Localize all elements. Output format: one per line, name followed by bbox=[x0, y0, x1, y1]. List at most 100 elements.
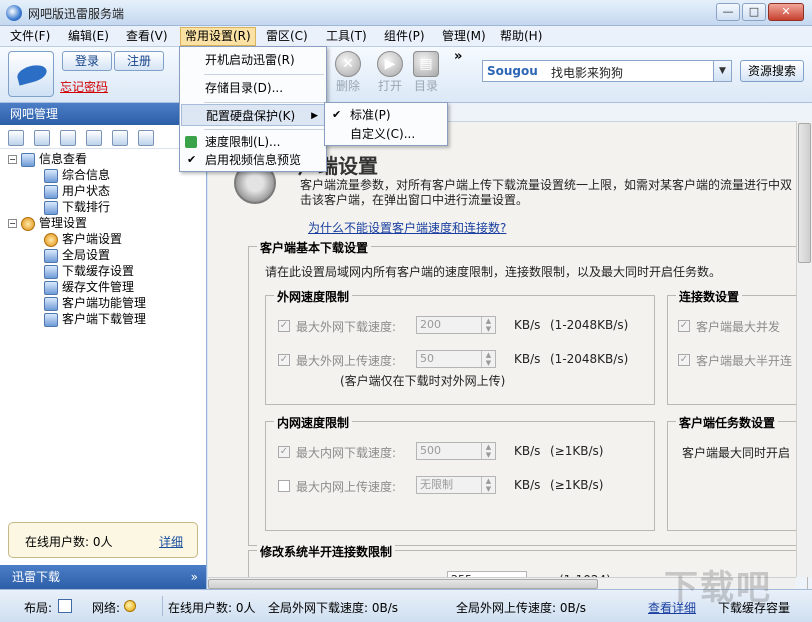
vertical-scrollbar[interactable] bbox=[796, 121, 812, 577]
disk-icon[interactable] bbox=[34, 130, 50, 146]
lan-up-checkbox[interactable] bbox=[278, 480, 290, 492]
lan-up-label: 最大内网上传速度: bbox=[296, 478, 396, 495]
list-icon[interactable] bbox=[112, 130, 128, 146]
status-divider bbox=[162, 596, 163, 616]
submenu-standard[interactable]: ✔ 标准(P) bbox=[326, 105, 446, 125]
users-icon[interactable] bbox=[138, 130, 154, 146]
register-button[interactable]: 注册 bbox=[114, 51, 164, 71]
close-button[interactable]: ✕ bbox=[768, 3, 804, 21]
wan-down-label: 最大外网下载速度: bbox=[296, 318, 396, 335]
cache-download-icon bbox=[44, 265, 58, 279]
minimize-button[interactable]: — bbox=[716, 3, 740, 21]
basic-download-title: 客户端基本下载设置 bbox=[257, 239, 371, 256]
wan-down-spinner[interactable]: 200 ▲▼ bbox=[416, 316, 496, 334]
open-tool[interactable]: ▶ 打开 bbox=[370, 51, 410, 94]
dd-disk-protection[interactable]: 配置硬盘保护(K) ▶ bbox=[181, 104, 325, 126]
chart-icon[interactable] bbox=[8, 130, 24, 146]
search-combo[interactable]: Sougou 找电影来狗狗 ▼ bbox=[482, 60, 732, 82]
delete-tool[interactable]: ✕ 删除 bbox=[328, 51, 368, 94]
halfopen-title: 修改系统半开连接数限制 bbox=[257, 543, 395, 560]
menu-common-settings[interactable]: 常用设置(R) bbox=[180, 27, 256, 46]
task-count-title: 客户端任务数设置 bbox=[676, 414, 778, 431]
spinner-arrows-icon[interactable]: ▲▼ bbox=[481, 317, 495, 333]
tree-node-info-view[interactable]: −信息查看 bbox=[8, 151, 87, 167]
menu-tools[interactable]: 工具(T) bbox=[322, 28, 371, 45]
forgot-password-link[interactable]: 忘记密码 bbox=[60, 78, 108, 95]
function-icon bbox=[44, 297, 58, 311]
wan-up-spinner[interactable]: 50 ▲▼ bbox=[416, 350, 496, 368]
tree-item-user-status[interactable]: 用户状态 bbox=[44, 183, 110, 199]
directory-tool[interactable]: ▤ 目录 bbox=[406, 51, 446, 94]
user-icon bbox=[44, 185, 58, 199]
network-status-icon bbox=[124, 600, 136, 612]
gear-icon bbox=[21, 217, 35, 231]
tree-item-download-rank[interactable]: 下载排行 bbox=[44, 199, 110, 215]
vertical-scroll-thumb[interactable] bbox=[798, 123, 811, 263]
checkmark-icon: ✔ bbox=[187, 149, 196, 171]
login-button[interactable]: 登录 bbox=[62, 51, 112, 71]
tree-node-manage-settings[interactable]: −管理设置 bbox=[8, 215, 87, 231]
tree-item-global-settings[interactable]: 全局设置 bbox=[44, 247, 110, 263]
horizontal-scroll-thumb[interactable] bbox=[208, 579, 598, 589]
spinner-arrows-icon[interactable]: ▲▼ bbox=[481, 477, 495, 493]
play-icon: ▶ bbox=[377, 51, 403, 77]
thunder-logo-icon bbox=[8, 51, 54, 97]
speed-help-link[interactable]: 为什么不能设置客户端速度和连接数? bbox=[308, 219, 506, 236]
tree-item-cache-settings[interactable]: 下载缓存设置 bbox=[44, 263, 134, 279]
menu-help[interactable]: 帮助(H) bbox=[496, 28, 546, 45]
toolbar: 登录 注册 忘记密码 ✕ 删除 ▶ 打开 ▤ 目录 » Sougou 找电影来狗… bbox=[0, 47, 812, 103]
resource-search-button[interactable]: 资源搜索 bbox=[740, 60, 804, 82]
wan-up-label: 最大外网上传速度: bbox=[296, 352, 396, 369]
checkmark-icon: ✔ bbox=[332, 105, 341, 125]
tree-item-client-settings[interactable]: 客户端设置 bbox=[44, 231, 122, 247]
document-icon[interactable] bbox=[60, 130, 76, 146]
tree-item-client-functions[interactable]: 客户端功能管理 bbox=[44, 295, 146, 311]
wan-down-checkbox[interactable]: ✓ bbox=[278, 320, 290, 332]
search-input[interactable]: 找电影来狗狗 bbox=[551, 64, 623, 81]
delete-icon: ✕ bbox=[335, 51, 361, 77]
spinner-arrows-icon[interactable]: ▲▼ bbox=[481, 351, 495, 367]
tree-item-client-downloads[interactable]: 客户端下载管理 bbox=[44, 311, 146, 327]
lan-up-spinner[interactable]: 无限制 ▲▼ bbox=[416, 476, 496, 494]
wan-speed-title: 外网速度限制 bbox=[274, 288, 352, 305]
dd-video-preview[interactable]: ✔ 启用视频信息预览 bbox=[181, 149, 325, 171]
tree-item-cache-files[interactable]: 缓存文件管理 bbox=[44, 279, 134, 295]
restore-button[interactable]: □ bbox=[742, 3, 766, 21]
chevron-down-icon[interactable]: ▼ bbox=[713, 61, 731, 81]
dd-storage-dir[interactable]: 存储目录(D)... bbox=[181, 77, 325, 99]
lan-down-checkbox[interactable]: ✓ bbox=[278, 446, 290, 458]
wan-up-checkbox[interactable]: ✓ bbox=[278, 354, 290, 366]
menu-view[interactable]: 查看(V) bbox=[122, 28, 172, 45]
spinner-arrows-icon[interactable]: ▲▼ bbox=[481, 443, 495, 459]
connection-group: 连接数设置 ✓ 客户端最大并发 ✓ 客户端最大半开连 bbox=[667, 295, 807, 405]
expand-chevron-icon[interactable]: » bbox=[191, 565, 198, 589]
submenu-custom[interactable]: 自定义(C)... bbox=[326, 124, 446, 144]
download-icon bbox=[44, 201, 58, 215]
delete-label: 删除 bbox=[328, 77, 368, 94]
menu-thunder-zone[interactable]: 雷区(C) bbox=[262, 28, 312, 45]
tree-item-summary[interactable]: 综合信息 bbox=[44, 167, 110, 183]
collapse-icon[interactable]: − bbox=[8, 155, 17, 164]
online-detail-link[interactable]: 详细 bbox=[159, 533, 183, 550]
max-concurrent-checkbox[interactable]: ✓ bbox=[678, 320, 690, 332]
lan-speed-title: 内网速度限制 bbox=[274, 414, 352, 431]
collapse-icon[interactable]: − bbox=[8, 219, 17, 228]
network-icon[interactable] bbox=[86, 130, 102, 146]
menu-components[interactable]: 组件(P) bbox=[380, 28, 429, 45]
lan-down-unit: KB/s bbox=[514, 444, 540, 458]
left-panel-header: 网吧管理 bbox=[0, 103, 206, 125]
dd-auto-start[interactable]: 开机启动迅雷(R) bbox=[181, 49, 325, 71]
folder-icon: ▤ bbox=[413, 51, 439, 77]
menu-file[interactable]: 文件(F) bbox=[6, 28, 54, 45]
lan-down-spinner[interactable]: 500 ▲▼ bbox=[416, 442, 496, 460]
basic-download-group: 客户端基本下载设置 请在此设置局域网内所有客户端的速度限制，连接数限制，以及最大… bbox=[248, 246, 808, 546]
menu-manage[interactable]: 管理(M) bbox=[438, 28, 490, 45]
thunder-download-bar[interactable]: 迅雷下载 » bbox=[0, 565, 206, 589]
layout-icon[interactable] bbox=[58, 599, 72, 613]
watermark: 下载吧 bbox=[664, 560, 772, 609]
more-tools-chevron-icon[interactable]: » bbox=[454, 49, 462, 64]
max-halfopen-checkbox[interactable]: ✓ bbox=[678, 354, 690, 366]
menu-edit[interactable]: 编辑(E) bbox=[64, 28, 113, 45]
tools-icon bbox=[44, 249, 58, 263]
max-halfopen-label: 客户端最大半开连 bbox=[696, 352, 792, 369]
